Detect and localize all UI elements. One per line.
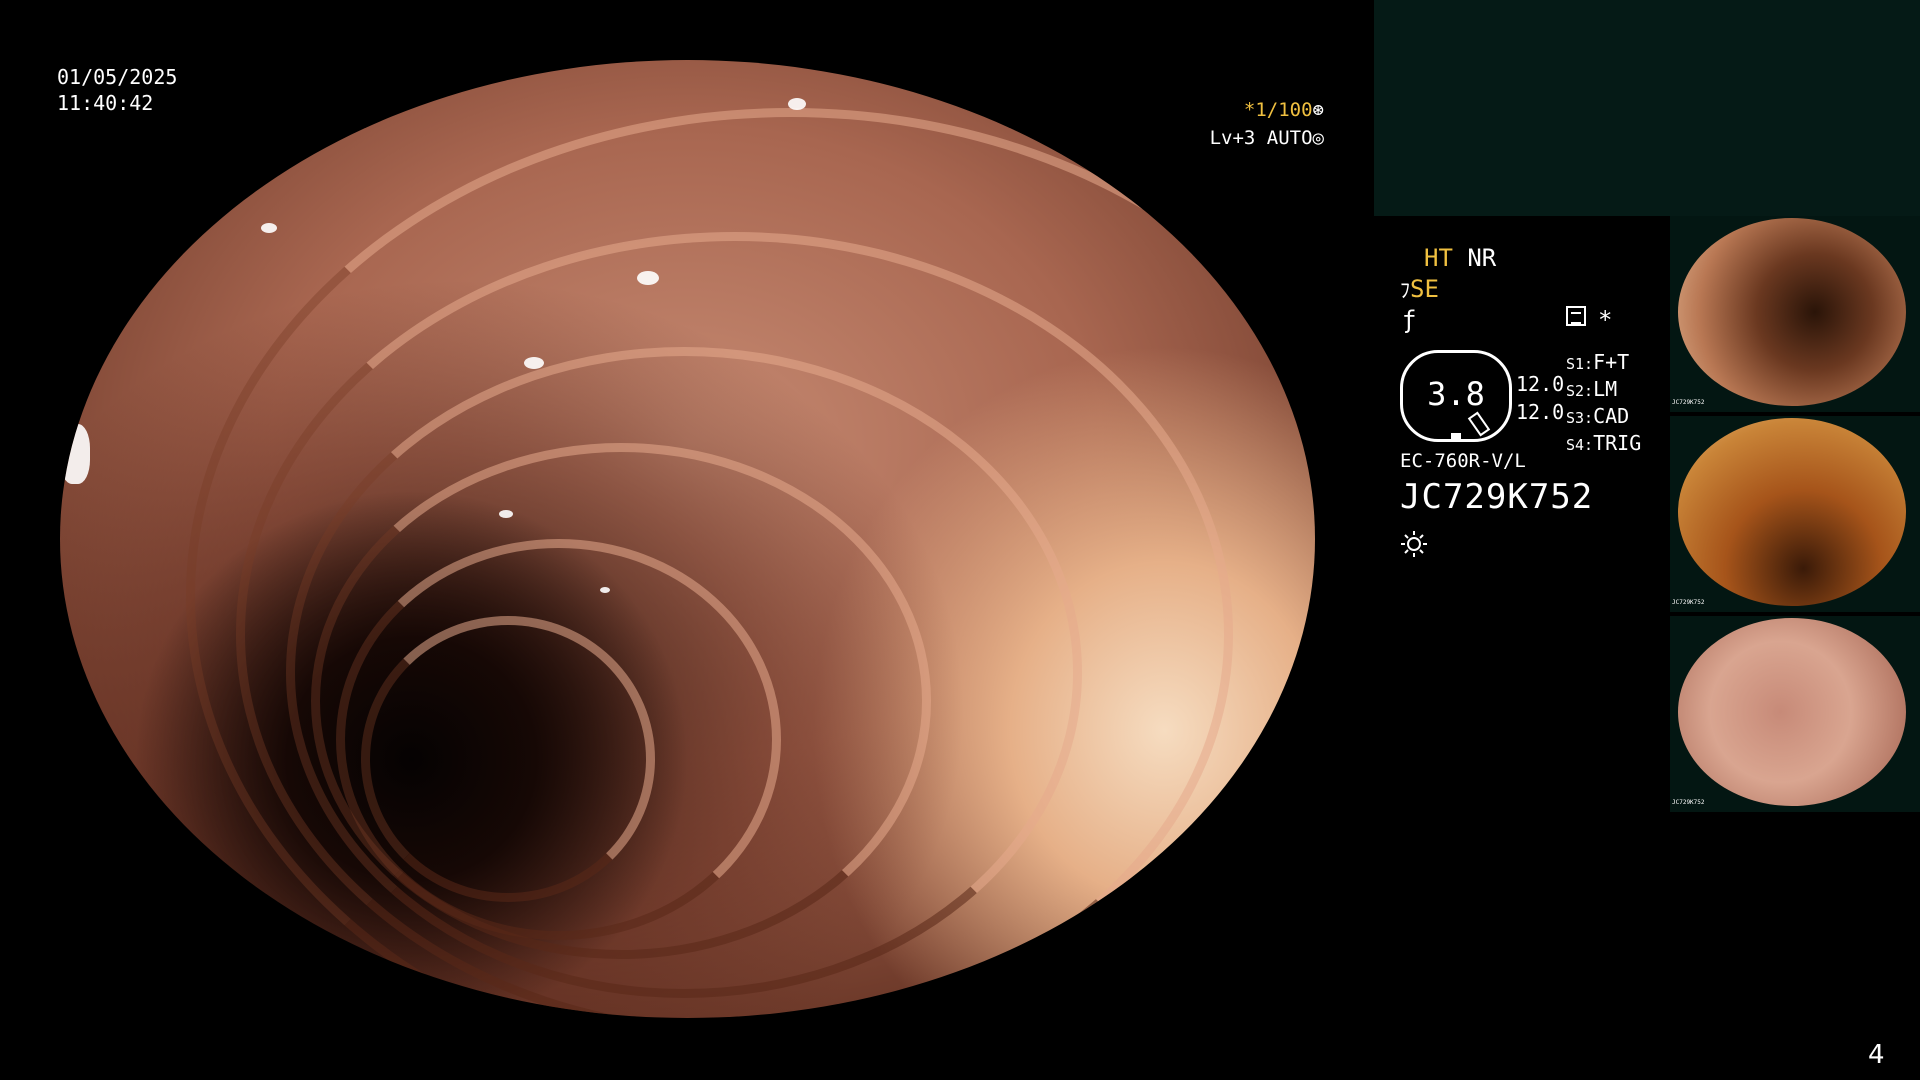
page-number: 4 bbox=[1868, 1040, 1885, 1070]
memory-icon bbox=[1566, 306, 1586, 326]
thumbnail-image bbox=[1678, 618, 1906, 806]
scope-model: EC-760R-V/L bbox=[1400, 450, 1526, 472]
magnification-dial: 3.8 bbox=[1400, 350, 1512, 442]
switch-s2: S2:LM bbox=[1566, 377, 1618, 401]
switch-assignments: S1:F+T S2:LM S3:CAD S4:TRIG bbox=[1566, 350, 1641, 458]
thumbnail-image bbox=[1678, 418, 1906, 606]
star-indicator: * bbox=[1598, 306, 1613, 334]
info-box bbox=[1374, 0, 1920, 216]
time-text: 11:40:42 bbox=[57, 91, 154, 115]
mode-indicator: HT NR bbox=[1424, 244, 1496, 272]
thumbnail[interactable]: JC729K752 bbox=[1670, 616, 1920, 812]
light-reflection bbox=[637, 270, 660, 285]
thumbnail-label: JC729K752 bbox=[1672, 399, 1705, 406]
shutter-text: *1/100 bbox=[1243, 99, 1313, 121]
dial-value: 3.8 bbox=[1427, 375, 1485, 413]
mucosal-fold bbox=[361, 615, 656, 902]
datetime-readout: 01/05/2025 11:40:42 bbox=[57, 64, 177, 116]
freeze-icon: ƒ bbox=[1402, 306, 1417, 334]
thumbnail-image bbox=[1678, 218, 1906, 406]
level-text: Lv+3 AUTO bbox=[1209, 127, 1313, 149]
endoscope-view bbox=[60, 60, 1315, 1018]
structure-enhancement-indicator: ﾌSE bbox=[1400, 274, 1439, 303]
switch-s3: S3:CAD bbox=[1566, 404, 1630, 428]
thumbnail-label: JC729K752 bbox=[1672, 599, 1705, 606]
shutter-readout: *1/100⊛ bbox=[1244, 99, 1324, 121]
numeric-values: 12.0 12.0 bbox=[1516, 370, 1564, 426]
thumbnail[interactable]: JC729K752 bbox=[1670, 416, 1920, 612]
brightness-level-readout: Lv+3 AUTO◎ bbox=[1210, 127, 1324, 149]
switch-s1: S1:F+T bbox=[1566, 350, 1630, 374]
value-2: 12.0 bbox=[1516, 400, 1565, 424]
mode-se: SE bbox=[1410, 275, 1439, 303]
light-reflection bbox=[599, 586, 610, 593]
mode-ht: HT bbox=[1424, 244, 1453, 272]
date-text: 01/05/2025 bbox=[57, 65, 178, 89]
dial-foot-icon bbox=[1451, 433, 1461, 441]
light-reflection bbox=[60, 424, 90, 485]
thumbnail-strip: JC729K752 JC729K752 JC729K752 bbox=[1670, 216, 1920, 816]
value-1: 12.0 bbox=[1516, 372, 1565, 396]
switch-s4: S4:TRIG bbox=[1566, 431, 1642, 455]
scope-serial: JC729K752 bbox=[1400, 477, 1594, 517]
thumbnail[interactable]: JC729K752 bbox=[1670, 216, 1920, 412]
mode-nr: NR bbox=[1467, 244, 1497, 272]
light-reflection bbox=[260, 222, 277, 233]
aperture-icon: ⊛ bbox=[1312, 99, 1324, 121]
thumbnail-label: JC729K752 bbox=[1672, 799, 1705, 806]
auto-iris-icon: ◎ bbox=[1312, 127, 1324, 149]
dial-marker-icon bbox=[1467, 411, 1491, 437]
light-source-icon bbox=[1401, 531, 1427, 557]
enhancement-icon: ﾌ bbox=[1400, 278, 1410, 302]
